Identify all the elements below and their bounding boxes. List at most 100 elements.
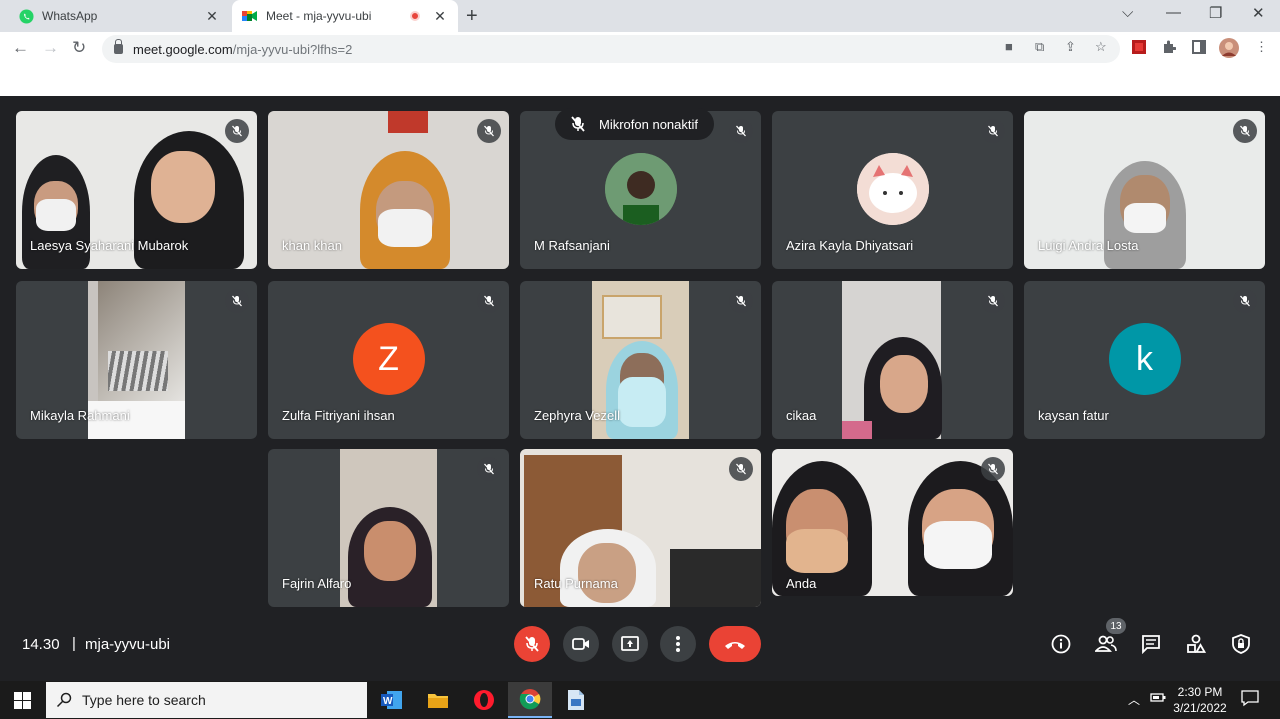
profile-avatar[interactable] bbox=[1219, 38, 1239, 63]
windows-start-icon[interactable] bbox=[14, 692, 31, 714]
people-button[interactable] bbox=[1094, 632, 1118, 656]
svg-text:W: W bbox=[383, 696, 393, 707]
muted-mic-icon bbox=[981, 119, 1005, 143]
document-app-icon[interactable] bbox=[554, 682, 598, 718]
side-panel-icon[interactable] bbox=[1192, 40, 1206, 59]
extensions-puzzle-icon[interactable] bbox=[1162, 40, 1177, 59]
leave-call-button[interactable] bbox=[709, 626, 761, 662]
camera-toggle-button[interactable] bbox=[563, 626, 599, 662]
opera-icon[interactable] bbox=[462, 682, 506, 718]
participant-name: Azira Kayla Dhiyatsari bbox=[786, 238, 914, 253]
muted-mic-icon bbox=[981, 289, 1005, 313]
address-bar[interactable]: meet.google.com/mja-yyvu-ubi?lfhs=2 bbox=[102, 35, 1120, 63]
participant-tile-self[interactable]: Anda bbox=[772, 449, 1013, 596]
participant-tile[interactable]: cikaa bbox=[772, 281, 1013, 439]
activities-button[interactable] bbox=[1184, 632, 1208, 656]
windows-taskbar: Type here to search W ︿ 2:30 PM 3/21/202… bbox=[0, 681, 1280, 719]
word-app-icon[interactable]: W bbox=[370, 682, 414, 718]
toast-text: Mikrofon nonaktif bbox=[599, 116, 698, 132]
muted-mic-icon bbox=[225, 289, 249, 313]
present-screen-button[interactable] bbox=[612, 626, 648, 662]
participant-name: Zulfa Fitriyani ihsan bbox=[282, 408, 395, 423]
participant-name: Zephyra Vezell bbox=[534, 408, 620, 423]
whatsapp-icon bbox=[18, 8, 34, 24]
muted-mic-icon bbox=[1233, 119, 1257, 143]
clock-date: 3/21/2022 bbox=[1173, 701, 1227, 715]
open-in-new-icon[interactable]: ⧉ bbox=[1035, 39, 1044, 55]
present-screen-icon bbox=[621, 636, 639, 651]
meeting-details-button[interactable] bbox=[1049, 632, 1073, 656]
taskbar-search-box[interactable]: Type here to search bbox=[46, 682, 367, 718]
people-icon bbox=[1095, 635, 1117, 652]
participant-name: cikaa bbox=[786, 408, 817, 423]
tab-search-chevron-icon[interactable]: ⌵ bbox=[1122, 4, 1133, 21]
mic-off-icon bbox=[525, 636, 539, 652]
tab-title: WhatsApp bbox=[42, 9, 98, 23]
lock-icon bbox=[114, 39, 123, 54]
participant-tile[interactable]: k kaysan fatur bbox=[1024, 281, 1265, 439]
minimize-button[interactable]: — bbox=[1166, 4, 1181, 21]
chrome-icon[interactable] bbox=[508, 682, 552, 718]
video-feed bbox=[842, 281, 942, 439]
new-tab-button[interactable]: + bbox=[466, 5, 478, 28]
participant-name: Anda bbox=[786, 576, 817, 591]
meet-stage: Mikrofon nonaktif Laesya Syaharani Mubar… bbox=[0, 96, 1280, 681]
muted-mic-icon bbox=[225, 119, 249, 143]
camera-icon bbox=[572, 638, 589, 650]
system-clock[interactable]: 2:30 PM 3/21/2022 bbox=[1170, 684, 1230, 716]
participant-tile[interactable]: Luigi Andra Losta bbox=[1024, 111, 1265, 269]
host-controls-button[interactable] bbox=[1229, 632, 1253, 656]
participant-tile[interactable]: Zephyra Vezell bbox=[520, 281, 761, 439]
muted-mic-icon bbox=[729, 119, 753, 143]
mic-toggle-button[interactable] bbox=[514, 626, 550, 662]
participant-tile[interactable]: khan khan bbox=[268, 111, 509, 269]
file-explorer-icon[interactable] bbox=[416, 682, 460, 718]
back-icon[interactable]: ← bbox=[12, 38, 29, 58]
google-meet-icon bbox=[242, 8, 258, 24]
participant-name: Ratu Purnama bbox=[534, 576, 618, 591]
participant-tile[interactable]: Z Zulfa Fitriyani ihsan bbox=[268, 281, 509, 439]
muted-mic-icon bbox=[729, 289, 753, 313]
participant-avatar bbox=[604, 153, 677, 225]
forward-icon[interactable]: → bbox=[42, 38, 59, 58]
participant-avatar: k bbox=[1108, 323, 1181, 395]
url-domain: meet.google.com bbox=[133, 41, 233, 57]
chat-button[interactable] bbox=[1139, 632, 1163, 656]
more-options-button[interactable] bbox=[660, 626, 696, 662]
tray-expand-icon[interactable]: ︿ bbox=[1128, 691, 1140, 708]
bookmark-star-icon[interactable]: ☆ bbox=[1095, 39, 1107, 55]
muted-mic-icon bbox=[477, 119, 501, 143]
call-end-icon bbox=[725, 642, 745, 649]
participant-tile[interactable]: Ratu Purnama bbox=[520, 449, 761, 607]
mic-off-icon bbox=[571, 116, 585, 132]
meeting-code: mja-yyvu-ubi bbox=[85, 636, 171, 653]
restore-button[interactable]: ❐ bbox=[1209, 4, 1222, 22]
chrome-menu-icon[interactable]: ⋮ bbox=[1255, 39, 1268, 55]
muted-mic-icon bbox=[729, 457, 753, 481]
close-tab-icon[interactable]: ✕ bbox=[204, 8, 220, 25]
activities-shapes-icon bbox=[1187, 634, 1206, 653]
camera-in-use-icon[interactable]: ■ bbox=[1005, 39, 1013, 54]
battery-icon[interactable] bbox=[1150, 691, 1166, 706]
participant-name: Mikayla Rahmani bbox=[30, 408, 130, 423]
extension-red-icon[interactable] bbox=[1132, 40, 1146, 59]
muted-mic-icon bbox=[477, 289, 501, 313]
participant-name: Luigi Andra Losta bbox=[1038, 238, 1139, 253]
muted-mic-icon bbox=[1233, 289, 1257, 313]
participant-tile[interactable]: Azira Kayla Dhiyatsari bbox=[772, 111, 1013, 269]
participant-tile[interactable]: Fajrin Alfaro bbox=[268, 449, 509, 607]
participant-tile[interactable]: Laesya Syaharani Mubarok bbox=[16, 111, 257, 269]
clock-time: 2:30 PM bbox=[1177, 685, 1223, 699]
info-icon bbox=[1051, 634, 1071, 654]
tab-whatsapp[interactable]: WhatsApp ✕ bbox=[8, 0, 230, 32]
reload-icon[interactable]: ↻ bbox=[72, 38, 86, 58]
share-icon[interactable]: ⇪ bbox=[1065, 39, 1076, 55]
participant-name: M Rafsanjani bbox=[534, 238, 610, 253]
tab-meet[interactable]: Meet - mja-yyvu-ubi ✕ bbox=[232, 0, 458, 32]
participant-tile[interactable]: Mikayla Rahmani bbox=[16, 281, 257, 439]
close-tab-icon[interactable]: ✕ bbox=[432, 8, 448, 25]
close-window-button[interactable]: ✕ bbox=[1252, 4, 1265, 22]
notifications-icon[interactable] bbox=[1241, 689, 1259, 710]
muted-mic-icon bbox=[477, 457, 501, 481]
shield-lock-icon bbox=[1232, 634, 1250, 654]
